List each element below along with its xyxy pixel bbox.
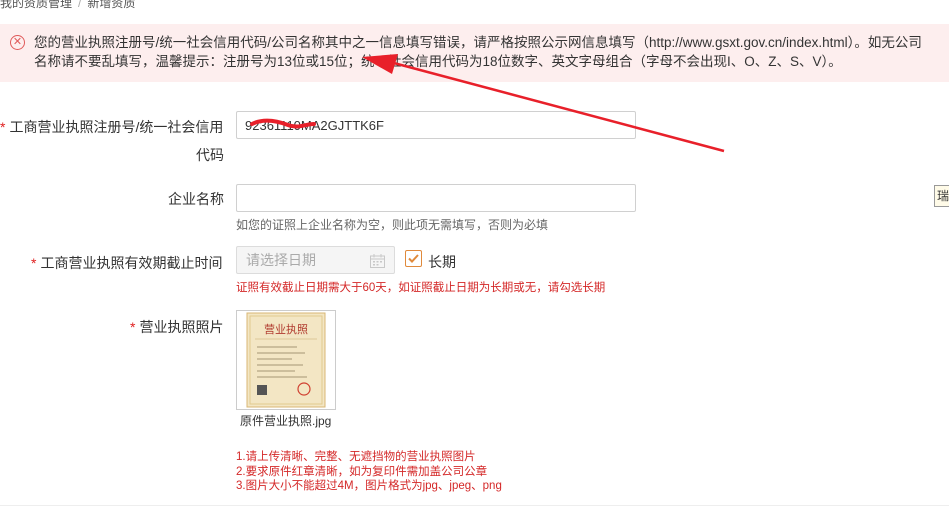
error-alert: ✕ 您的营业执照注册号/统一社会信用代码/公司名称其中之一信息填写错误，请严格按… <box>0 24 949 82</box>
breadcrumb-parent[interactable]: 我的资质管理 <box>0 0 72 10</box>
expiry-date-picker[interactable]: 请选择日期 <box>236 246 395 274</box>
required-mark: * <box>31 255 37 271</box>
long-term-checkbox[interactable] <box>405 250 422 267</box>
error-circle-icon: ✕ <box>10 35 25 50</box>
license-photo-thumbnail[interactable]: 营业执照 <box>236 310 336 410</box>
upload-tip: 3.图片大小不能超过4M，图片格式为jpg、jpeg、png <box>236 480 502 492</box>
breadcrumb: 我的资质管理 / 新增资质 <box>0 0 135 11</box>
breadcrumb-current: 新增资质 <box>87 0 136 10</box>
upload-tip: 2.要求原件红章清晰，如为复印件需加盖公司公章 <box>236 465 488 478</box>
license-number-label: * 工商营业执照注册号/统一社会信用 <box>0 119 224 135</box>
required-mark: * <box>0 119 6 135</box>
required-mark: * <box>130 319 136 335</box>
company-name-input[interactable] <box>236 184 636 212</box>
license-photo-filename: 原件营业执照.jpg <box>240 414 332 428</box>
upload-tips: 1.请上传清晰、完整、无遮挡物的营业执照图片 2.要求原件红章清晰，如为复印件需… <box>236 450 502 494</box>
photo-label: * 营业执照照片 <box>130 319 224 335</box>
calendar-icon <box>370 254 385 268</box>
license-image: 营业执照 <box>237 311 335 409</box>
expiry-label: * 工商营业执照有效期截止时间 <box>31 255 223 271</box>
long-term-label[interactable]: 长期 <box>428 252 456 272</box>
company-name-label: 企业名称 <box>168 191 224 207</box>
license-number-input[interactable] <box>236 111 636 139</box>
breadcrumb-separator: / <box>78 0 82 10</box>
side-tag: 瑞 <box>934 185 949 207</box>
error-alert-message: 您的营业执照注册号/统一社会信用代码/公司名称其中之一信息填写错误，请严格按照公… <box>34 35 922 69</box>
expiry-date-placeholder: 请选择日期 <box>246 252 316 268</box>
divider <box>0 505 949 506</box>
license-number-label-cont: 代码 <box>196 147 224 163</box>
company-name-hint: 如您的证照上企业名称为空，则此项无需填写，否则为必填 <box>236 218 549 232</box>
license-image-title: 营业执照 <box>264 322 308 336</box>
expiry-error-text: 证照有效截止日期需大于60天，如证照截止日期为长期或无，请勾选长期 <box>236 282 606 294</box>
checkmark-icon <box>408 254 419 263</box>
upload-tip: 1.请上传清晰、完整、无遮挡物的营业执照图片 <box>236 451 476 463</box>
